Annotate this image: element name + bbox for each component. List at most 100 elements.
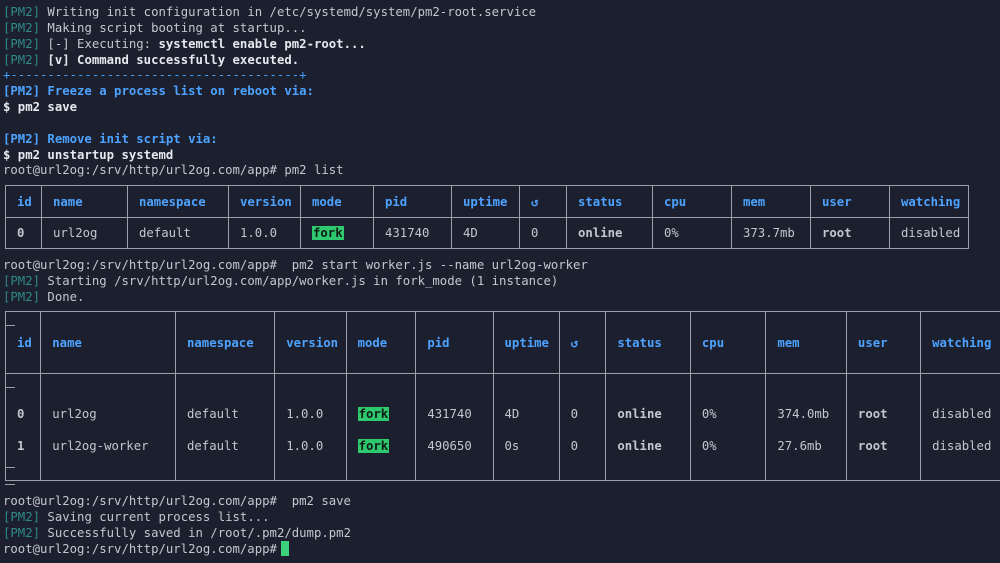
log-line: [PM2] Starting /srv/http/url2og.com/app/… — [3, 274, 559, 288]
mode-badge: fork — [312, 226, 344, 240]
terminal-window[interactable]: [PM2] Writing init configuration in /etc… — [0, 0, 1000, 563]
table-cell-mem: 27.6mb — [765, 430, 847, 462]
table-cell-name: url2og — [41, 217, 128, 249]
column-header: name — [41, 185, 128, 218]
table-corner — [5, 325, 15, 326]
log-line: [PM2] [-] Executing: systemctl enable pm… — [3, 37, 366, 51]
column-header: mode — [345, 311, 416, 374]
table-cell-mem: 373.7mb — [731, 217, 811, 249]
column-header: namespace — [174, 311, 275, 374]
log-line: [PM2] Making script booting at startup..… — [3, 21, 307, 35]
table-cell-id: 0 — [5, 217, 42, 249]
column-header: user — [810, 185, 890, 218]
terminal-cursor — [280, 541, 289, 556]
table-cell-mode: fork — [345, 430, 416, 462]
table-spacer-cell — [845, 373, 921, 398]
column-header: mode — [300, 185, 374, 218]
table-spacer-cell — [920, 373, 1000, 398]
mode-badge: fork — [357, 439, 390, 453]
table-cell-status: online — [605, 398, 691, 430]
table-cell-user: root — [810, 217, 890, 249]
table-cell-mode: fork — [300, 217, 374, 249]
table-cell-: 0 — [519, 217, 567, 249]
table-cell-watching: disabled — [889, 217, 969, 249]
column-header: user — [845, 311, 921, 374]
column-header: namespace — [127, 185, 229, 218]
table-spacer-cell — [274, 462, 347, 481]
process-table-2: id name namespace version mode pid uptime ↺ stat… — [5, 311, 1000, 481]
table-cell-uptime: 4D — [492, 398, 560, 430]
column-header: watching — [889, 185, 969, 218]
table-spacer-cell — [6, 462, 41, 481]
table-cell-pid: 431740 — [373, 217, 452, 249]
log-line: [PM2] Done. — [3, 290, 85, 304]
command-line: $ pm2 unstartup systemd — [3, 148, 174, 162]
table-cell-status: online — [605, 430, 691, 462]
table-cell-uptime: 0s — [492, 430, 560, 462]
table-cell-: 0 — [558, 398, 606, 430]
table-spacer-cell — [492, 462, 560, 481]
table-spacer-cell — [765, 462, 847, 481]
column-header: version — [228, 185, 301, 218]
table-row[interactable]: 0 url2og default 1.0.0 fork 431740 4D 0 online 0%… — [6, 398, 1000, 430]
table-spacer-cell — [174, 373, 275, 398]
table-cell-cpu: 0% — [689, 430, 766, 462]
table-spacer-cell — [689, 373, 766, 398]
column-header: pid — [415, 311, 494, 374]
table-header-row: id name namespace version mode pid uptime ↺ stat… — [5, 185, 969, 218]
table-spacer-cell — [492, 373, 560, 398]
table-cell-status: online — [566, 217, 653, 249]
table-spacer-cell — [558, 462, 606, 481]
prompt-line: root@url2og:/srv/http/url2og.com/app# pm… — [3, 258, 588, 272]
prompt-line: root@url2og:/srv/http/url2og.com/app# pm… — [3, 494, 351, 508]
table-cell-namespace: default — [174, 398, 275, 430]
log-line: [PM2] Writing init configuration in /etc… — [3, 5, 537, 19]
table-spacer-cell — [845, 462, 921, 481]
prompt-line[interactable]: root@url2og:/srv/http/url2og.com/app# — [3, 541, 289, 557]
table-cell-pid: 431740 — [415, 398, 494, 430]
column-header: pid — [373, 185, 452, 218]
table-cell-name: url2og — [40, 398, 176, 430]
column-header: watching — [920, 311, 1000, 374]
table-spacer-cell — [345, 373, 416, 398]
separator-line: +---------------------------------------… — [3, 68, 307, 82]
table-cell-id: 0 — [17, 407, 25, 421]
table-corner — [5, 387, 15, 388]
table-corner — [5, 467, 15, 468]
table-header-row: id name namespace version mode pid uptime ↺ stat… — [5, 311, 1000, 374]
prompt-line: root@url2og:/srv/http/url2og.com/app# pm… — [3, 163, 344, 177]
table-cell-pid: 490650 — [415, 430, 494, 462]
command-line: $ pm2 save — [3, 100, 78, 114]
table-spacer-cell — [605, 373, 691, 398]
table-spacer-cell — [605, 462, 691, 481]
log-line: [PM2] Remove init script via: — [3, 132, 218, 146]
table-cell-namespace: default — [174, 430, 275, 462]
table-spacer-cell — [6, 374, 41, 399]
table-row[interactable]: 1 url2og-worker default 1.0.0 fork 490650 0s 0 o… — [6, 430, 1000, 462]
column-header: version — [274, 311, 347, 374]
table-row[interactable]: 0 url2og default 1.0.0 fork 431740 4D 0 online 0%… — [5, 217, 969, 249]
table-spacer-cell — [40, 373, 176, 398]
table-spacer-row — [6, 373, 1000, 399]
table-spacer-cell — [415, 373, 494, 398]
table-spacer-cell — [40, 462, 176, 481]
table-cell-namespace: default — [127, 217, 229, 249]
table-spacer-cell — [274, 373, 347, 398]
table-spacer-row — [6, 462, 1000, 481]
column-header: uptime — [492, 311, 560, 374]
table-cell-watching: disabled — [920, 430, 1000, 462]
log-line: [PM2] Successfully saved in /root/.pm2/d… — [3, 526, 351, 540]
table-cell-: 0 — [558, 430, 606, 462]
table-cell-user: root — [845, 430, 921, 462]
table-cell-version: 1.0.0 — [274, 398, 347, 430]
column-header: mem — [765, 311, 847, 374]
column-header: mem — [731, 185, 811, 218]
log-line: [PM2] Freeze a process list on reboot vi… — [3, 84, 314, 98]
column-header: ↺ — [519, 185, 567, 218]
table-cell-user: root — [845, 398, 921, 430]
table-cell-version: 1.0.0 — [228, 217, 301, 249]
table-spacer-cell — [920, 462, 1000, 481]
column-header: cpu — [652, 185, 732, 218]
table-spacer-cell — [174, 462, 275, 481]
log-line: [PM2] [v] Command successfully executed. — [3, 53, 300, 67]
